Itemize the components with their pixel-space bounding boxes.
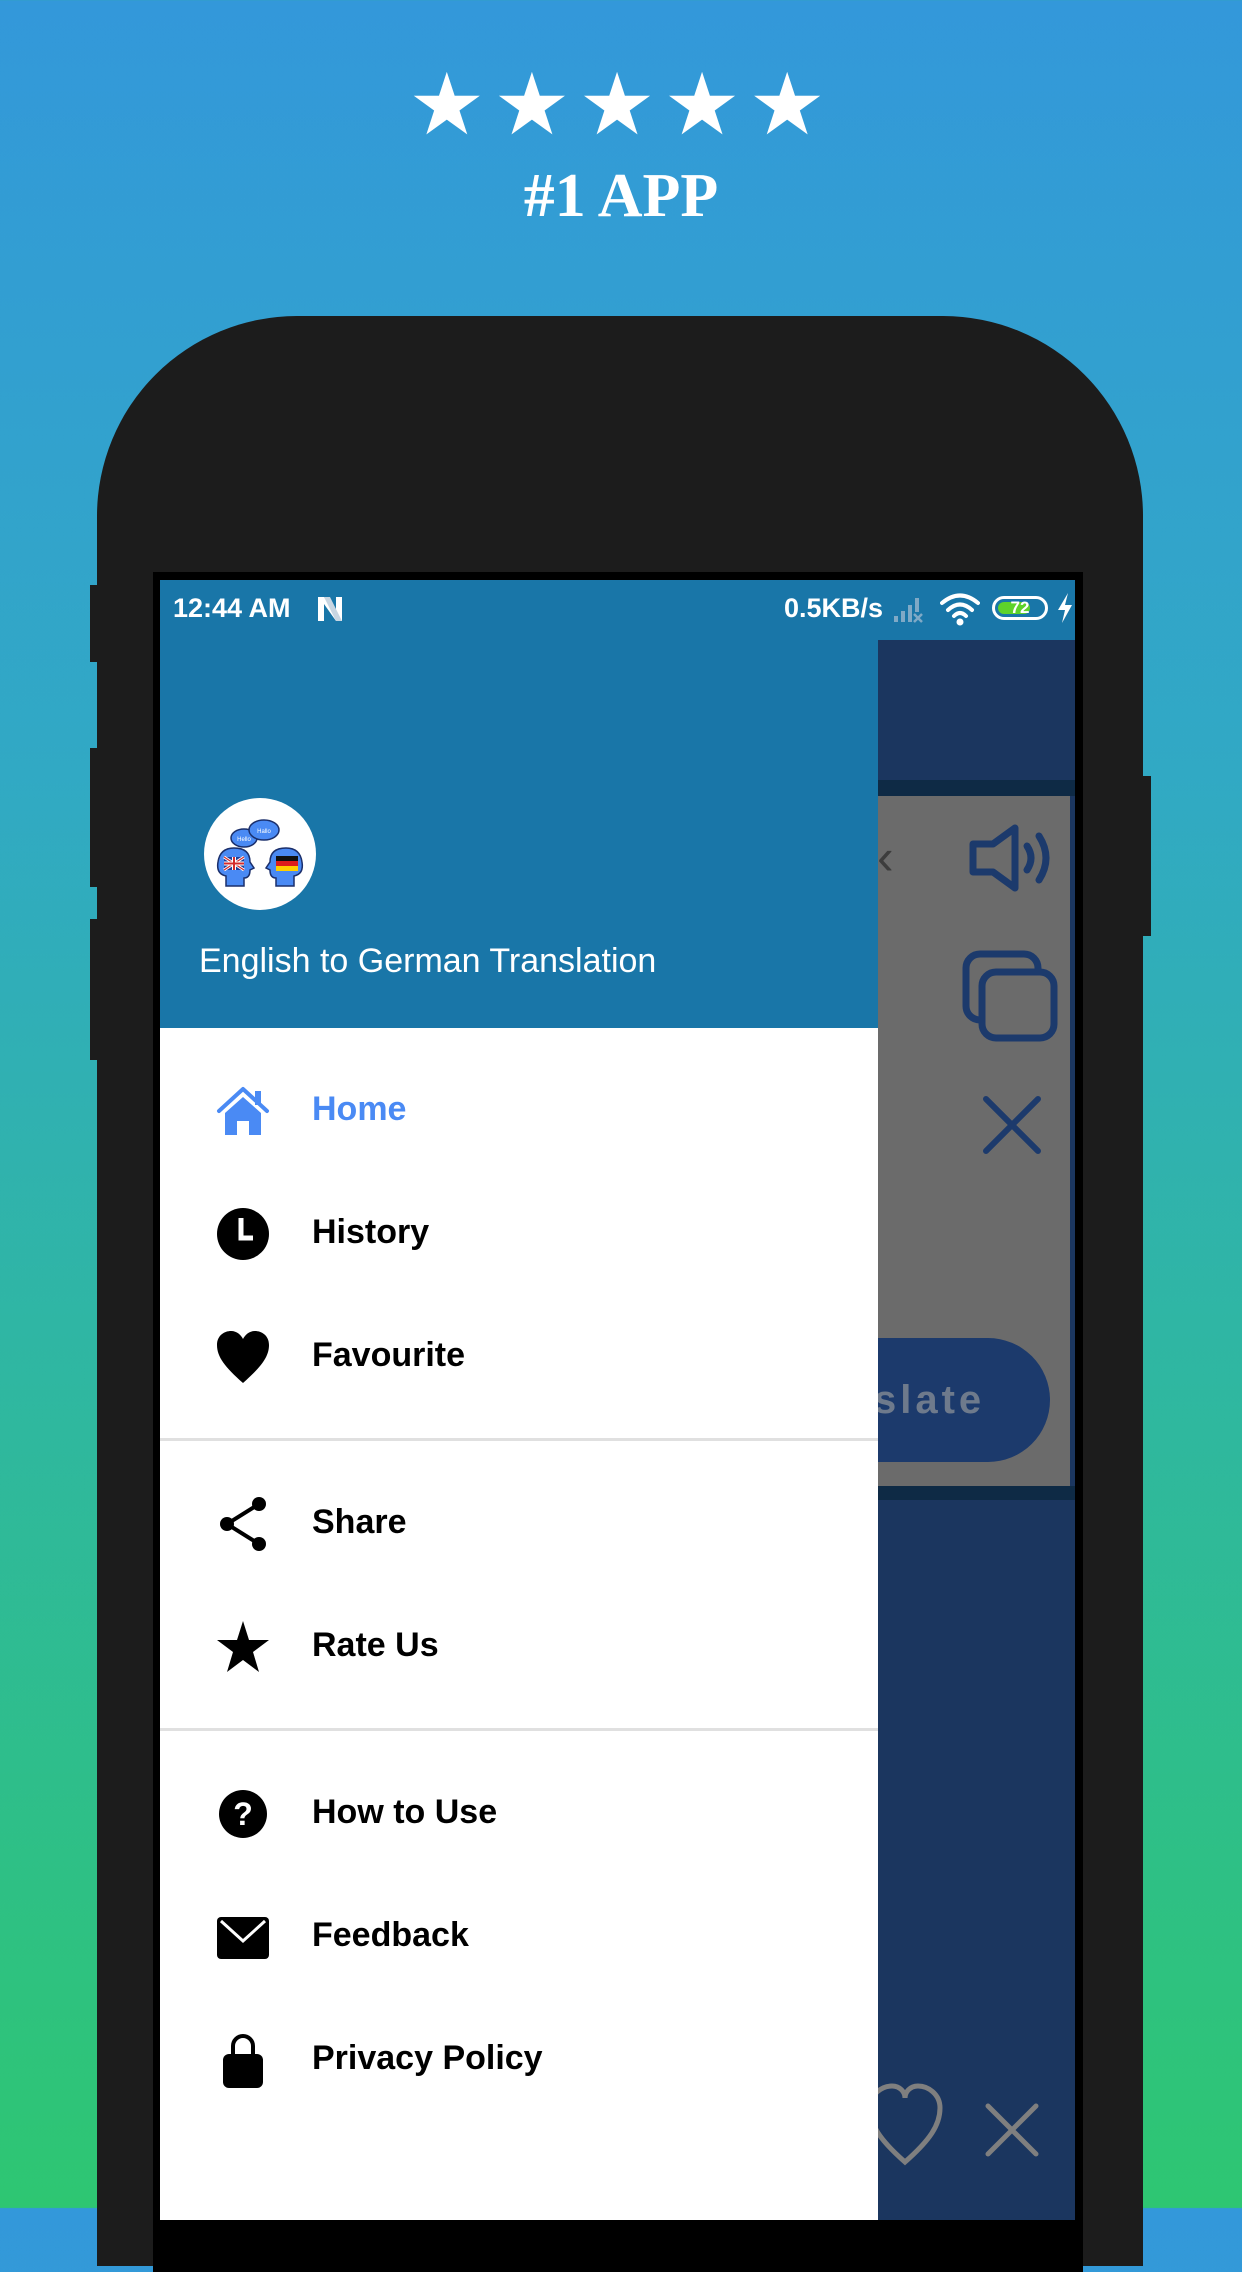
menu-item-label: Favourite xyxy=(312,1336,466,1374)
delete-icon[interactable] xyxy=(982,2100,1042,2160)
mail-icon xyxy=(217,1917,269,1959)
drawer-app-name: English to German Translation xyxy=(199,942,657,980)
battery-percent: 72 xyxy=(1010,598,1030,617)
menu-item-privacy-policy[interactable]: Privacy Policy xyxy=(160,2005,878,2115)
share-icon xyxy=(220,1497,266,1551)
copy-icon[interactable] xyxy=(960,948,1060,1044)
app-logo: Hello Hallo xyxy=(204,798,316,910)
lock-icon xyxy=(223,2034,263,2088)
menu-item-favourite[interactable]: Favourite xyxy=(160,1302,878,1412)
menu-item-history[interactable]: History xyxy=(160,1179,878,1289)
menu-item-home[interactable]: Home xyxy=(160,1056,878,1166)
wifi-icon xyxy=(940,593,980,626)
menu-item-label: History xyxy=(312,1213,430,1251)
cell-signal-icon xyxy=(894,598,923,623)
charging-icon xyxy=(1058,593,1072,623)
notification-n-icon xyxy=(318,597,342,621)
menu-item-label: Feedback xyxy=(312,1916,469,1954)
clock-icon xyxy=(217,1208,269,1260)
network-speed: 0.5KB/s xyxy=(784,593,884,623)
logo-bubble-text: Hallo xyxy=(257,829,271,835)
menu-divider xyxy=(160,1728,878,1731)
menu-item-label: Share xyxy=(312,1503,407,1541)
menu-item-label: How to Use xyxy=(312,1793,498,1831)
menu-item-feedback[interactable]: Feedback xyxy=(160,1882,878,1992)
chevron-left-icon[interactable]: ‹ xyxy=(877,828,894,886)
status-time: 12:44 AM xyxy=(173,593,291,623)
phone-screen: erman ‹ slate 12:44 AM 0.5KB/s xyxy=(160,580,1075,2220)
drawer-header: Hello Hallo English to German Translatio… xyxy=(160,640,878,1028)
battery-icon: 72 xyxy=(992,596,1048,620)
menu-divider xyxy=(160,1438,878,1441)
menu-item-share[interactable]: Share xyxy=(160,1469,878,1579)
status-bar: 12:44 AM 0.5KB/s 72 xyxy=(160,580,1075,640)
star-icon xyxy=(217,1621,269,1672)
clear-icon[interactable] xyxy=(982,1095,1042,1155)
promo-title: #1 APP xyxy=(523,162,719,230)
translator-heads-icon: Hello Hallo xyxy=(216,819,304,887)
svg-text:?: ? xyxy=(233,1796,253,1832)
translate-button-label: slate xyxy=(874,1378,986,1422)
menu-item-label: Home xyxy=(312,1090,407,1128)
menu-item-label: Rate Us xyxy=(312,1626,439,1664)
menu-item-rate-us[interactable]: Rate Us xyxy=(160,1592,878,1702)
help-icon: ? xyxy=(219,1790,267,1838)
navigation-drawer: Hello Hallo English to German Translatio… xyxy=(160,640,878,2220)
heart-icon xyxy=(217,1331,269,1383)
five-star-rating: ★★★★★ xyxy=(408,55,834,155)
speaker-icon[interactable] xyxy=(965,822,1055,894)
logo-bubble-text: Hello xyxy=(237,837,251,843)
home-icon xyxy=(217,1087,269,1135)
menu-item-label: Privacy Policy xyxy=(312,2039,543,2077)
menu-item-how-to-use[interactable]: ? How to Use xyxy=(160,1759,878,1869)
